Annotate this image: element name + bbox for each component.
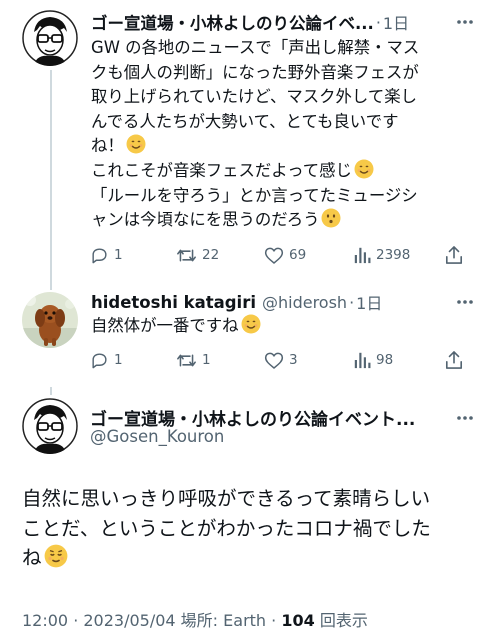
author-name[interactable]: ゴー宣道場・小林よしのり公論イベント... (90, 405, 415, 430)
smile-emoji-icon (241, 314, 261, 334)
avatar-hidetoshi[interactable] (22, 292, 78, 348)
text-line-with-emoji: ね (22, 543, 472, 573)
relieved-face-emoji-icon (44, 544, 67, 568)
reply-count: 1 (114, 247, 123, 263)
retweet-icon (177, 354, 196, 366)
meta-view-count: 104 (281, 611, 315, 630)
tweet-2[interactable]: hidetoshi katagiri @hiderosh · 1日 自然体が一番… (0, 282, 489, 387)
like-icon (264, 352, 284, 369)
main-tweet-text: 自然に思いっきり呼吸ができるって素晴らしい ことだ、ということがわかったコロナ禍… (22, 484, 472, 573)
text-line-with-emoji: ね！ (91, 134, 471, 159)
timestamp[interactable]: 1日 (356, 290, 382, 314)
retweet-icon (177, 249, 196, 261)
tweet-1-text: GW の各地のニュースで「声出し解禁・マス クも個人の判断」になった野外音楽フェ… (91, 36, 471, 233)
neutral-face-emoji-icon (321, 208, 341, 228)
tweet-2-text: 自然体が一番ですね (91, 314, 471, 339)
tweet-1-actions: 1 22 69 2398 (90, 243, 470, 267)
more-icon[interactable] (455, 12, 475, 32)
meta-view-label: 回表示 (319, 611, 368, 630)
more-icon[interactable] (455, 292, 475, 312)
share-icon (445, 351, 463, 369)
retweet-count: 1 (202, 352, 211, 368)
text-line: 自然に思いっきり呼吸ができるって素晴らしい (22, 487, 431, 510)
views-icon (354, 247, 371, 264)
share-button[interactable] (445, 348, 463, 372)
avatar-gosen-image (22, 398, 78, 454)
text-line: クも個人の判断」になった野外音楽フェスが (91, 62, 419, 82)
tweet-1[interactable]: ゴー宣道場・小林よしのり公論イベ... · 1日 GW の各地のニュースで「声出… (0, 0, 489, 282)
text-segment: ね！ (91, 136, 124, 156)
avatar-gosen-image (22, 10, 78, 66)
views-count: 98 (376, 352, 394, 368)
views-button[interactable]: 2398 (353, 243, 410, 267)
tweet-meta: 12:00 · 2023/05/04 場所: Earth · 104 回表示 (22, 607, 368, 631)
text-line: 「ルールを守ろう」とか言ってたミュージシ (91, 185, 418, 205)
views-count: 2398 (376, 247, 411, 263)
avatar-gosen[interactable] (22, 398, 78, 454)
meta-time-location[interactable]: 12:00 · 2023/05/04 場所: Earth · (22, 611, 276, 630)
avatar-dog-photo (22, 292, 78, 348)
text-line: GW の各地のニュースで「声出し解禁・マス (91, 38, 420, 57)
more-icon[interactable] (455, 408, 475, 428)
author-name[interactable]: ゴー宣道場・小林よしのり公論イベ... (91, 10, 374, 34)
retweet-button[interactable]: 1 (176, 348, 211, 372)
smile-emoji-icon (126, 134, 146, 154)
like-count: 3 (289, 352, 298, 368)
author-handle[interactable]: @Gosen_Kouron (90, 427, 224, 446)
like-icon (264, 247, 284, 264)
tweet-1-header: ゴー宣道場・小林よしのり公論イベ... · 1日 (91, 10, 469, 34)
smile-emoji-icon (354, 159, 374, 179)
text-line: 取り上げられていたけど、マスク外して楽し (91, 87, 418, 107)
text-segment: ャンは今頃なにを思うのだろう (91, 210, 320, 230)
timestamp[interactable]: 1日 (383, 10, 409, 34)
views-icon (354, 352, 371, 369)
separator-dot: · (375, 12, 381, 32)
thread-connector (50, 282, 52, 290)
text-line: んでる人たちが大勢いて、とても良いです (91, 111, 399, 131)
reply-icon (92, 352, 107, 368)
text-segment: これこそが音楽フェスだよって感じ (91, 160, 352, 180)
views-button[interactable]: 98 (353, 348, 393, 372)
share-icon (445, 246, 463, 264)
like-count: 69 (289, 247, 307, 263)
text-line-with-emoji: これこそが音楽フェスだよって感じ (91, 159, 471, 184)
text-line-with-emoji: ャンは今頃なにを思うのだろう (91, 208, 471, 233)
like-button[interactable]: 3 (264, 348, 298, 372)
text-line-with-emoji: 自然体が一番ですね (91, 314, 471, 339)
author-name[interactable]: hidetoshi katagiri (91, 293, 256, 312)
retweet-button[interactable]: 22 (176, 243, 219, 267)
reply-button[interactable]: 1 (90, 348, 123, 372)
like-button[interactable]: 69 (264, 243, 306, 267)
tweet-2-actions: 1 1 3 98 (90, 348, 470, 372)
separator-dot: · (349, 292, 355, 312)
tweet-2-header: hidetoshi katagiri @hiderosh · 1日 (91, 290, 469, 314)
retweet-count: 22 (202, 247, 220, 263)
share-button[interactable] (445, 243, 463, 267)
text-line: ことだ、ということがわかったコロナ禍でした (22, 516, 431, 540)
author-handle[interactable]: @hiderosh (262, 293, 347, 312)
text-segment: 自然体が一番ですね (91, 316, 239, 335)
reply-count: 1 (114, 352, 123, 368)
avatar-gosen[interactable] (22, 10, 78, 66)
thread-connector (50, 70, 52, 282)
reply-icon (92, 247, 107, 263)
text-segment: ね (22, 546, 42, 569)
thread-connector (50, 387, 52, 395)
reply-button[interactable]: 1 (90, 243, 123, 267)
